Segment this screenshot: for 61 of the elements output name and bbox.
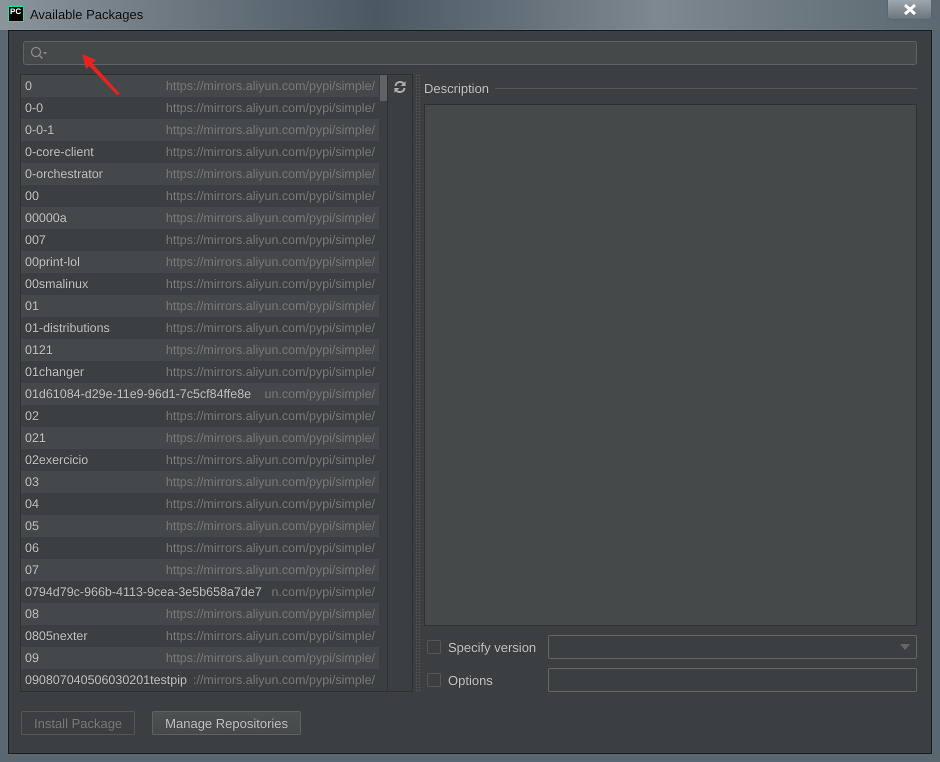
package-name: 01changer bbox=[25, 365, 86, 379]
package-name: 02exercicio bbox=[25, 453, 90, 467]
package-name: 0-0-1 bbox=[25, 123, 56, 137]
checkbox[interactable] bbox=[427, 673, 441, 687]
window-title: Available Packages bbox=[30, 7, 144, 22]
package-name: 01-distributions bbox=[25, 321, 111, 335]
repository-url: https://mirrors.aliyun.com/pypi/simple/ bbox=[166, 409, 375, 423]
package-name: 0 bbox=[25, 79, 33, 93]
package-name: 02 bbox=[25, 409, 40, 423]
manage-repositories-button[interactable]: Manage Repositories bbox=[152, 711, 302, 735]
package-name: 07 bbox=[25, 563, 40, 577]
package-name: 007 bbox=[25, 233, 47, 247]
package-name: 00000a bbox=[25, 211, 68, 225]
search-field[interactable] bbox=[23, 41, 917, 65]
caret-icon bbox=[900, 644, 910, 650]
package-name: 0121 bbox=[25, 343, 54, 357]
repository-url: https://mirrors.aliyun.com/pypi/simple/ bbox=[166, 189, 375, 203]
repository-url: https://mirrors.aliyun.com/pypi/simple/ bbox=[166, 365, 375, 379]
app-logo: PC bbox=[8, 6, 24, 22]
repository-url: https://mirrors.aliyun.com/pypi/simple/ bbox=[166, 233, 375, 247]
repository-url: https://mirrors.aliyun.com/pypi/simple/ bbox=[166, 277, 375, 291]
package-name: 03 bbox=[25, 475, 40, 489]
description-label: Description bbox=[424, 80, 490, 96]
options-field[interactable] bbox=[548, 668, 917, 692]
repository-url: https://mirrors.aliyun.com/pypi/simple/ bbox=[166, 321, 375, 335]
annotation-arrow bbox=[80, 52, 122, 96]
repository-url: https://mirrors.aliyun.com/pypi/simple/ bbox=[166, 497, 375, 511]
repository-url: https://mirrors.aliyun.com/pypi/simple/ bbox=[166, 453, 375, 467]
package-name: 00 bbox=[25, 189, 40, 203]
option-label: Specify version bbox=[448, 640, 538, 654]
repository-url: n.com/pypi/simple/ bbox=[271, 585, 375, 599]
close-button[interactable] bbox=[887, 0, 932, 20]
package-name: 04 bbox=[25, 497, 40, 511]
search-icon bbox=[30, 46, 48, 60]
package-name: 0805nexter bbox=[25, 629, 89, 643]
repository-url: https://mirrors.aliyun.com/pypi/simple/ bbox=[166, 629, 375, 643]
version-dropdown[interactable] bbox=[548, 635, 917, 659]
checkbox[interactable] bbox=[427, 640, 441, 654]
option-label: Options bbox=[448, 672, 494, 688]
refresh-icon[interactable] bbox=[393, 80, 407, 94]
package-name: 09 bbox=[25, 651, 40, 665]
package-name: 08 bbox=[25, 607, 40, 621]
splitter-handle[interactable] bbox=[415, 74, 421, 692]
repository-url: https://mirrors.aliyun.com/pypi/simple/ bbox=[166, 145, 375, 159]
repository-url: https://mirrors.aliyun.com/pypi/simple/ bbox=[166, 541, 375, 555]
package-name: 0794d79c-966b-4113-9cea-3e5b658a7de7 bbox=[25, 585, 263, 599]
repository-url: ://mirrors.aliyun.com/pypi/simple/ bbox=[193, 673, 375, 687]
package-name: 0-0 bbox=[25, 101, 44, 115]
package-name: 021 bbox=[25, 431, 47, 445]
package-name: 090807040506030201testpip bbox=[25, 673, 188, 687]
package-name: 00smalinux bbox=[25, 277, 90, 291]
package-name: 05 bbox=[25, 519, 40, 533]
package-name: 0-orchestrator bbox=[25, 167, 104, 181]
close-icon bbox=[902, 4, 916, 15]
package-name: 01 bbox=[25, 299, 40, 313]
package-name: 00print-lol bbox=[25, 255, 81, 269]
scrollbar-thumb[interactable] bbox=[380, 75, 387, 101]
package-name: 0-core-client bbox=[25, 145, 95, 159]
package-name: 06 bbox=[25, 541, 40, 555]
package-name: 01d61084-d29e-11e9-96d1-7c5cf84ffe8e bbox=[25, 387, 252, 401]
repository-url: https://mirrors.aliyun.com/pypi/simple/ bbox=[166, 101, 375, 115]
